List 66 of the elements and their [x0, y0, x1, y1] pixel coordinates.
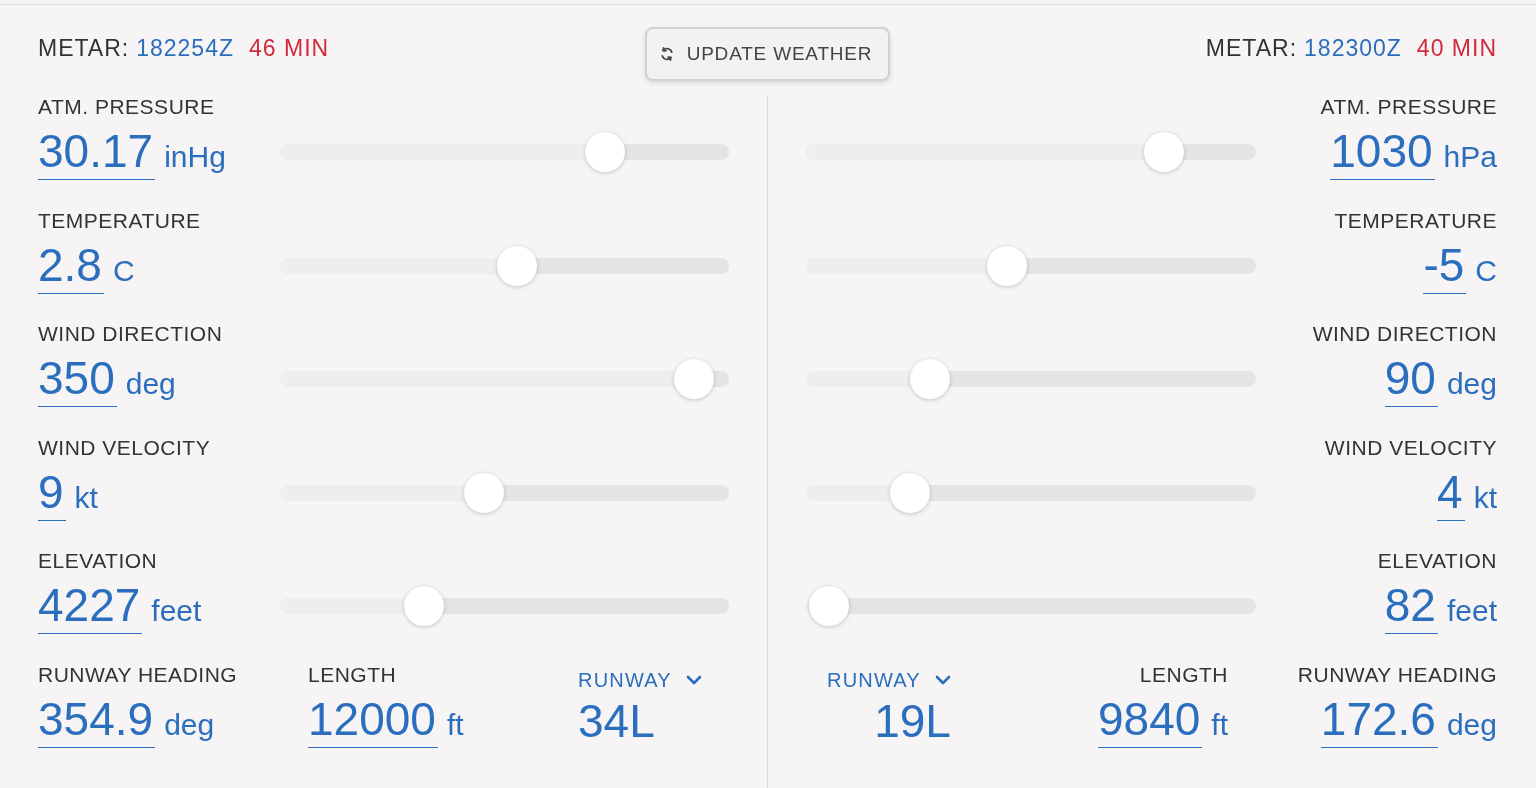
value-field[interactable]: 350 — [38, 350, 117, 407]
parameter-label: ELEVATION — [38, 549, 158, 573]
metar-time: 182300Z — [1304, 35, 1402, 61]
value-field[interactable]: 172.6 — [1320, 690, 1438, 748]
slider-handle[interactable] — [910, 359, 950, 399]
parameter-label: WIND VELOCITY — [38, 435, 211, 460]
slider-handle[interactable] — [464, 472, 505, 513]
parameter-label: WIND DIRECTION — [1312, 322, 1497, 346]
runway-dropdown[interactable]: RUNWAY — [578, 668, 702, 691]
update-weather-button[interactable]: UPDATE WEATHER — [644, 27, 891, 81]
unit-label: ft — [446, 706, 464, 743]
slider-handle[interactable] — [673, 359, 714, 399]
parameter-label: TEMPERATURE — [1334, 208, 1497, 233]
value-field[interactable]: 12000 — [308, 690, 438, 748]
slider-handle[interactable] — [889, 472, 930, 513]
unit-label: inHg — [164, 139, 226, 175]
runway-dropdown[interactable]: RUNWAY — [827, 668, 951, 691]
value-field[interactable]: -5 — [1423, 236, 1467, 294]
slider-handle[interactable] — [585, 132, 626, 172]
slider-handle[interactable] — [1144, 132, 1185, 172]
slider-handle[interactable] — [496, 245, 537, 286]
slider-handle[interactable] — [403, 586, 444, 626]
parameter-label: ATM. PRESSURE — [38, 95, 215, 119]
value-field[interactable]: 354.9 — [38, 690, 156, 748]
value-field[interactable]: 30.17 — [38, 123, 156, 180]
metar-time: 182254Z — [136, 35, 234, 61]
unit-label: feet — [151, 593, 202, 629]
value-field[interactable]: 1030 — [1330, 123, 1435, 180]
value-field[interactable]: 4227 — [38, 577, 143, 634]
unit-label: ft — [1211, 706, 1228, 743]
metar-label: METAR: — [38, 35, 130, 61]
unit-label: C — [112, 252, 135, 289]
unit-label: hPa — [1443, 139, 1497, 175]
slider-handle[interactable] — [986, 245, 1027, 286]
slider-handle[interactable] — [809, 586, 849, 626]
chevron-down-icon — [685, 674, 702, 685]
value-field[interactable]: 82 — [1384, 577, 1438, 634]
refresh-icon — [658, 46, 675, 62]
metar-age: 46 MIN — [249, 35, 330, 61]
field-label: LENGTH — [308, 662, 397, 687]
field-label: LENGTH — [1139, 662, 1228, 687]
unit-label: C — [1475, 252, 1497, 289]
value-field[interactable]: 2.8 — [38, 236, 104, 294]
runway-value: 19L — [874, 693, 951, 749]
unit-label: deg — [125, 366, 176, 402]
field-label: RUNWAY HEADING — [38, 662, 238, 687]
unit-label: deg — [164, 706, 215, 743]
field-label: RUNWAY HEADING — [1297, 662, 1497, 687]
value-field[interactable]: 90 — [1384, 350, 1438, 407]
parameter-label: ELEVATION — [1377, 549, 1497, 573]
value-field[interactable]: 9840 — [1098, 690, 1203, 748]
unit-label: feet — [1446, 593, 1497, 629]
metar-age: 40 MIN — [1416, 35, 1497, 61]
unit-label: deg — [1446, 366, 1497, 402]
unit-label: deg — [1446, 706, 1497, 743]
value-field[interactable]: 4 — [1437, 463, 1465, 521]
unit-label: kt — [1473, 479, 1497, 516]
runway-value: 34L — [578, 693, 655, 749]
parameter-label: TEMPERATURE — [38, 208, 201, 233]
metar-label: METAR: — [1205, 35, 1298, 61]
parameter-label: ATM. PRESSURE — [1320, 95, 1497, 119]
parameter-label: WIND DIRECTION — [38, 322, 223, 346]
chevron-down-icon — [934, 674, 951, 685]
value-field[interactable]: 9 — [38, 463, 66, 521]
parameter-label: WIND VELOCITY — [1324, 435, 1497, 460]
unit-label: kt — [74, 479, 98, 516]
